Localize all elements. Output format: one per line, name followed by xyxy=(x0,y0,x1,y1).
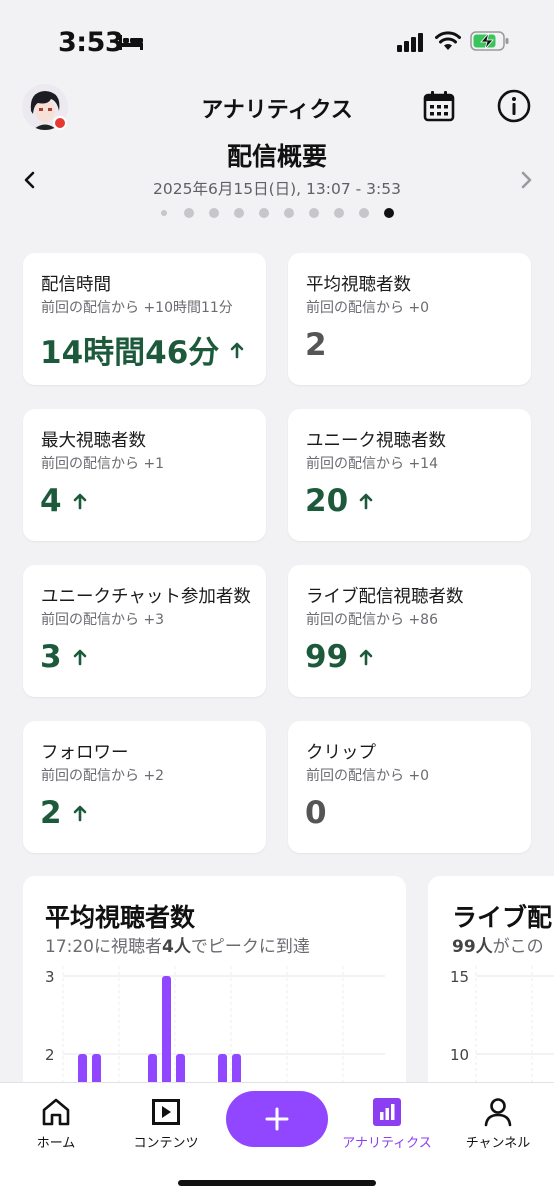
card-value: 14時間46分 xyxy=(40,327,245,372)
page-dot xyxy=(359,208,369,218)
status-time: 3:53 xyxy=(58,27,124,58)
analytics-icon xyxy=(373,1098,401,1126)
stat-card-unique-chatters[interactable]: ユニークチャット参加者数 前回の配信から +3 3 xyxy=(23,565,266,697)
card-value-text: 4 xyxy=(40,483,62,519)
card-value: 2 xyxy=(305,327,327,363)
page-dot xyxy=(184,208,194,218)
tab-label: コンテンツ xyxy=(133,1136,199,1151)
y-tick-label: 10 xyxy=(450,1046,469,1064)
page-dot xyxy=(209,208,219,218)
card-value: 20 xyxy=(305,483,374,519)
card-title: 最大視聴者数 xyxy=(41,431,146,451)
chart-card-average-viewers[interactable]: 平均視聴者数 17:20に視聴者4人でピークに到達 32 xyxy=(23,876,406,1106)
card-title: ユニーク視聴者数 xyxy=(306,431,446,451)
page-indicator[interactable] xyxy=(158,206,398,220)
next-arrow-icon[interactable] xyxy=(516,170,536,190)
stat-card-average-viewers[interactable]: 平均視聴者数 前回の配信から +0 2 xyxy=(288,253,531,385)
card-subtitle: 前回の配信から +0 xyxy=(306,300,430,316)
card-subtitle: 前回の配信から +86 xyxy=(306,612,438,628)
card-title: 平均視聴者数 xyxy=(306,275,411,295)
average-viewers-chart: 32 xyxy=(45,966,385,1106)
page-dot xyxy=(234,208,244,218)
card-value-text: 99 xyxy=(305,639,349,675)
arrow-up-icon xyxy=(73,649,86,666)
arrow-up-icon xyxy=(359,649,373,666)
overview-date: 2025年6月15日(日), 13:07 - 3:53 xyxy=(153,180,401,198)
y-tick-label: 2 xyxy=(45,1046,55,1064)
status-bar: 3:53 xyxy=(0,0,554,80)
home-indicator xyxy=(178,1180,376,1186)
add-button[interactable] xyxy=(226,1091,328,1147)
card-value: 99 xyxy=(305,639,374,675)
card-value-text: 0 xyxy=(305,795,327,831)
tab-label: アナリティクス xyxy=(342,1136,432,1151)
card-subtitle: 前回の配信から +1 xyxy=(41,456,165,472)
chart-card-live-viewers[interactable]: ライブ配 99人がこの 15 10 xyxy=(428,876,554,1106)
tab-channel[interactable]: チャンネル xyxy=(448,1097,548,1151)
calendar-icon[interactable] xyxy=(423,90,455,122)
y-tick-label: 3 xyxy=(45,968,55,986)
arrow-up-icon xyxy=(73,493,86,510)
arrow-up-icon xyxy=(230,342,244,358)
content-icon xyxy=(152,1099,180,1125)
page-dot xyxy=(309,208,319,218)
stat-card-stream-time[interactable]: 配信時間 前回の配信から +10時間11分 14時間46分 xyxy=(23,253,266,385)
stat-card-followers[interactable]: フォロワー 前回の配信から +2 2 xyxy=(23,721,266,853)
cellular-signal-icon xyxy=(397,33,423,52)
live-viewers-chart: 1510 xyxy=(450,966,554,1106)
card-value-text: 2 xyxy=(305,327,327,363)
page-dot xyxy=(334,208,344,218)
card-value: 4 xyxy=(40,483,88,519)
sleep-bed-icon xyxy=(119,35,143,50)
card-value: 3 xyxy=(40,639,88,675)
home-icon xyxy=(42,1098,70,1126)
y-tick-label: 15 xyxy=(450,968,469,986)
wifi-icon xyxy=(435,31,461,50)
stat-card-unique-viewers[interactable]: ユニーク視聴者数 前回の配信から +14 20 xyxy=(288,409,531,541)
page-dot xyxy=(259,208,269,218)
battery-charging-icon xyxy=(470,31,509,51)
page-dot xyxy=(284,208,294,218)
card-title: クリップ xyxy=(306,743,376,763)
card-title: 配信時間 xyxy=(41,275,111,295)
arrow-up-icon xyxy=(73,805,86,822)
card-subtitle: 前回の配信から +14 xyxy=(306,456,438,472)
card-title: ユニークチャット参加者数 xyxy=(41,587,251,607)
tab-home[interactable]: ホーム xyxy=(6,1097,106,1151)
card-title: ライブ配信視聴者数 xyxy=(306,587,464,607)
person-icon xyxy=(484,1098,512,1127)
card-value-text: 3 xyxy=(40,639,62,675)
card-value: 2 xyxy=(40,795,88,831)
card-subtitle: 前回の配信から +3 xyxy=(41,612,165,628)
page-dot xyxy=(161,210,167,216)
plus-icon xyxy=(265,1107,289,1131)
tab-analytics[interactable]: アナリティクス xyxy=(337,1097,437,1151)
stat-card-live-viewers[interactable]: ライブ配信視聴者数 前回の配信から +86 99 xyxy=(288,565,531,697)
arrow-up-icon xyxy=(359,493,373,510)
card-value-text: 14時間46分 xyxy=(40,335,220,371)
stat-card-clips[interactable]: クリップ 前回の配信から +0 0 xyxy=(288,721,531,853)
stat-card-max-viewers[interactable]: 最大視聴者数 前回の配信から +1 4 xyxy=(23,409,266,541)
card-value-text: 2 xyxy=(40,795,62,831)
card-subtitle: 前回の配信から +0 xyxy=(306,768,430,784)
page-title: アナリティクス xyxy=(201,98,353,123)
card-value-text: 20 xyxy=(305,483,349,519)
info-icon[interactable] xyxy=(497,89,531,123)
card-value: 0 xyxy=(305,795,327,831)
card-title: フォロワー xyxy=(41,743,129,763)
page-dot-active xyxy=(384,208,394,218)
tab-content[interactable]: コンテンツ xyxy=(116,1097,216,1151)
tab-label: ホーム xyxy=(36,1136,76,1151)
overview-title: 配信概要 xyxy=(226,142,327,171)
card-subtitle: 前回の配信から +2 xyxy=(41,768,165,784)
tab-label: チャンネル xyxy=(465,1136,531,1151)
card-subtitle: 前回の配信から +10時間11分 xyxy=(41,300,233,316)
